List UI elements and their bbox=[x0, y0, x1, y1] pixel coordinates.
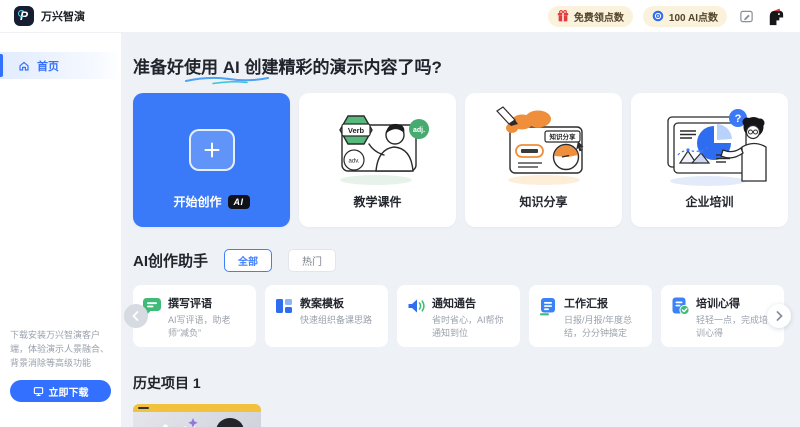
chevron-left-icon bbox=[130, 310, 142, 322]
sidebar-item-home[interactable]: 首页 bbox=[0, 52, 121, 79]
create-card-teaching-label: 教学课件 bbox=[353, 193, 401, 210]
assistant-card-desc: 省时省心，AI帮你通知到位 bbox=[432, 314, 511, 340]
carousel-right-arrow[interactable] bbox=[767, 304, 791, 328]
create-card-row: 开始创作 AI Verb bbox=[133, 93, 788, 227]
sidebar: 首页 下载安装万兴智演客户端，体验演示人景融合、背景消除等高级功能 立即下载 bbox=[0, 33, 121, 427]
assistant-card-training-notes[interactable]: 培训心得 轻轻一点，完成培训心得 bbox=[661, 285, 784, 347]
main-content: 准备好使用 AI 创建精彩的演示内容了吗? 开始创作 bbox=[121, 33, 800, 427]
tab-hot[interactable]: 热门 bbox=[288, 249, 336, 272]
teaching-illustration: Verb adv. adj. bbox=[317, 103, 439, 191]
download-button[interactable]: 立即下载 bbox=[10, 380, 111, 402]
user-avatar[interactable] bbox=[765, 6, 786, 27]
headline-underline-decoration bbox=[183, 75, 271, 85]
ai-points-badge[interactable]: 100 AI点数 bbox=[643, 6, 727, 27]
sidebar-item-home-label: 首页 bbox=[37, 58, 59, 74]
assistant-card-comments[interactable]: 撰写评语 AI写评语，助老师“减负” bbox=[133, 285, 256, 347]
history-project-thumbnail[interactable]: ai-bot.cn AI工具集 ✦ bbox=[133, 404, 261, 427]
assistant-card-notice[interactable]: 通知通告 省时省心，AI帮你通知到位 bbox=[397, 285, 520, 347]
doc-check-icon bbox=[670, 296, 690, 316]
create-card-start[interactable]: 开始创作 AI bbox=[133, 93, 290, 227]
assistant-card-title: 教案模板 bbox=[300, 295, 372, 311]
assistant-section-title: AI创作助手 bbox=[133, 250, 208, 271]
tag-adj: adj. bbox=[412, 127, 424, 134]
create-card-start-label: 开始创作 AI bbox=[173, 193, 249, 210]
tab-all[interactable]: 全部 bbox=[224, 249, 272, 272]
create-card-training[interactable]: ? 企业培训 bbox=[631, 93, 788, 227]
plus-icon bbox=[189, 129, 235, 171]
training-illustration: ? bbox=[649, 103, 771, 191]
create-card-knowledge[interactable]: 知识分享 知识分享 bbox=[465, 93, 622, 227]
home-icon bbox=[18, 60, 30, 72]
create-card-knowledge-label: 知识分享 bbox=[519, 193, 567, 210]
carousel-left-arrow[interactable] bbox=[124, 304, 148, 328]
page-headline: 准备好使用 AI 创建精彩的演示内容了吗? bbox=[133, 53, 442, 78]
assistant-card-title: 工作汇报 bbox=[564, 295, 643, 311]
thumbnail-watermark: ai-bot.cn AI工具集 ✦ bbox=[133, 404, 261, 427]
app-name: 万兴智演 bbox=[41, 8, 85, 24]
assistant-card-desc: 轻轻一点，完成培训心得 bbox=[696, 314, 775, 340]
assistant-card-desc: 快速组织备课思路 bbox=[300, 314, 372, 327]
app-logo-icon: P bbox=[14, 6, 34, 26]
history-section-title: 历史项目 1 bbox=[133, 373, 788, 393]
assistant-card-lesson-plan[interactable]: 教案模板 快速组织备课思路 bbox=[265, 285, 388, 347]
download-promo-text: 下载安装万兴智演客户端，体验演示人景融合、背景消除等高级功能 bbox=[10, 329, 111, 371]
tag-adv: adv. bbox=[348, 159, 359, 165]
ai-badge: AI bbox=[228, 195, 250, 209]
chevron-right-icon bbox=[773, 310, 785, 322]
assistant-card-row: 撰写评语 AI写评语，助老师“减负” 教案模板 快速组织备课思路 bbox=[133, 285, 788, 347]
assistant-card-work-report[interactable]: 工作汇报 日报/月报/年度总结，分分钟搞定 bbox=[529, 285, 652, 347]
assistant-card-title: 通知通告 bbox=[432, 295, 511, 311]
free-points-label: 免费领点数 bbox=[574, 9, 624, 24]
tag-verb: Verb bbox=[347, 126, 364, 135]
watermark-line1: ai-bot.cn bbox=[176, 424, 235, 427]
create-card-teaching[interactable]: Verb adv. adj. 教学课件 bbox=[299, 93, 456, 227]
question-bubble-label: ? bbox=[734, 113, 741, 125]
create-card-training-label: 企业培训 bbox=[685, 193, 733, 210]
download-promo: 下载安装万兴智演客户端，体验演示人景融合、背景消除等高级功能 立即下载 bbox=[10, 329, 111, 402]
gift-icon bbox=[557, 10, 569, 22]
knowledge-illustration: 知识分享 bbox=[483, 103, 605, 191]
speaker-icon bbox=[406, 296, 426, 316]
assistant-card-title: 撰写评语 bbox=[168, 295, 247, 311]
start-create-text: 开始创作 bbox=[173, 193, 221, 210]
topbar: P 万兴智演 免费领点数 100 AI点数 bbox=[0, 0, 800, 33]
monitor-icon bbox=[33, 386, 44, 397]
ai-points-coin-icon bbox=[652, 10, 664, 22]
layout-grid-icon bbox=[274, 296, 294, 316]
ai-points-label: 100 AI点数 bbox=[669, 9, 718, 24]
feedback-icon[interactable] bbox=[737, 7, 755, 25]
assistant-section-header: AI创作助手 全部 热门 bbox=[133, 249, 788, 272]
page-headline-text: 准备好使用 AI 创建精彩的演示内容了吗? bbox=[133, 58, 442, 77]
knowledge-banner-label: 知识分享 bbox=[549, 132, 576, 141]
download-button-label: 立即下载 bbox=[49, 384, 89, 399]
report-doc-icon bbox=[538, 296, 558, 316]
assistant-card-desc: 日报/月报/年度总结，分分钟搞定 bbox=[564, 314, 643, 340]
assistant-card-title: 培训心得 bbox=[696, 295, 775, 311]
free-points-badge[interactable]: 免费领点数 bbox=[548, 6, 633, 27]
assistant-card-desc: AI写评语，助老师“减负” bbox=[168, 314, 247, 340]
